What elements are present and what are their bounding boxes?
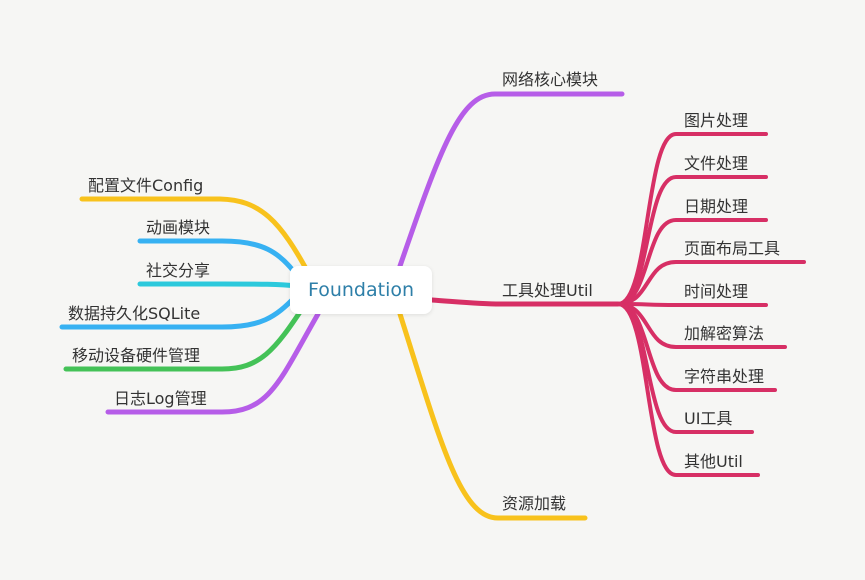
util-child-file[interactable]: 文件处理 bbox=[684, 154, 748, 174]
util-child-connector bbox=[616, 302, 768, 307]
connector-network bbox=[397, 91, 625, 269]
branch-hardware-label[interactable]: 移动设备硬件管理 bbox=[72, 346, 200, 366]
root-label: Foundation bbox=[307, 279, 415, 301]
branch-sqlite-label[interactable]: 数据持久化SQLite bbox=[68, 304, 200, 324]
branch-config-label[interactable]: 配置文件Config bbox=[88, 176, 203, 196]
branch-social-label[interactable]: 社交分享 bbox=[146, 261, 210, 281]
util-child-layout[interactable]: 页面布局工具 bbox=[684, 239, 780, 259]
util-child-other[interactable]: 其他Util bbox=[684, 452, 743, 472]
branch-log-label[interactable]: 日志Log管理 bbox=[114, 389, 207, 409]
util-child-string[interactable]: 字符串处理 bbox=[684, 367, 764, 387]
branch-animation-label[interactable]: 动画模块 bbox=[146, 218, 210, 238]
branch-resource-label[interactable]: 资源加载 bbox=[502, 494, 566, 514]
mindmap-canvas: Foundation 配置文件Config 动画模块 社交分享 数据持久化SQL… bbox=[0, 0, 865, 580]
connector-social bbox=[137, 281, 299, 289]
branch-util-label[interactable]: 工具处理Util bbox=[502, 281, 593, 301]
util-child-ui[interactable]: UI工具 bbox=[684, 409, 732, 429]
root-node[interactable]: Foundation bbox=[290, 266, 432, 314]
util-child-date[interactable]: 日期处理 bbox=[684, 197, 748, 217]
util-child-time[interactable]: 时间处理 bbox=[684, 282, 748, 302]
util-child-crypto[interactable]: 加解密算法 bbox=[684, 324, 764, 344]
connector-resource bbox=[397, 311, 588, 521]
branch-network-label[interactable]: 网络核心模块 bbox=[502, 70, 598, 90]
util-child-image[interactable]: 图片处理 bbox=[684, 111, 748, 131]
